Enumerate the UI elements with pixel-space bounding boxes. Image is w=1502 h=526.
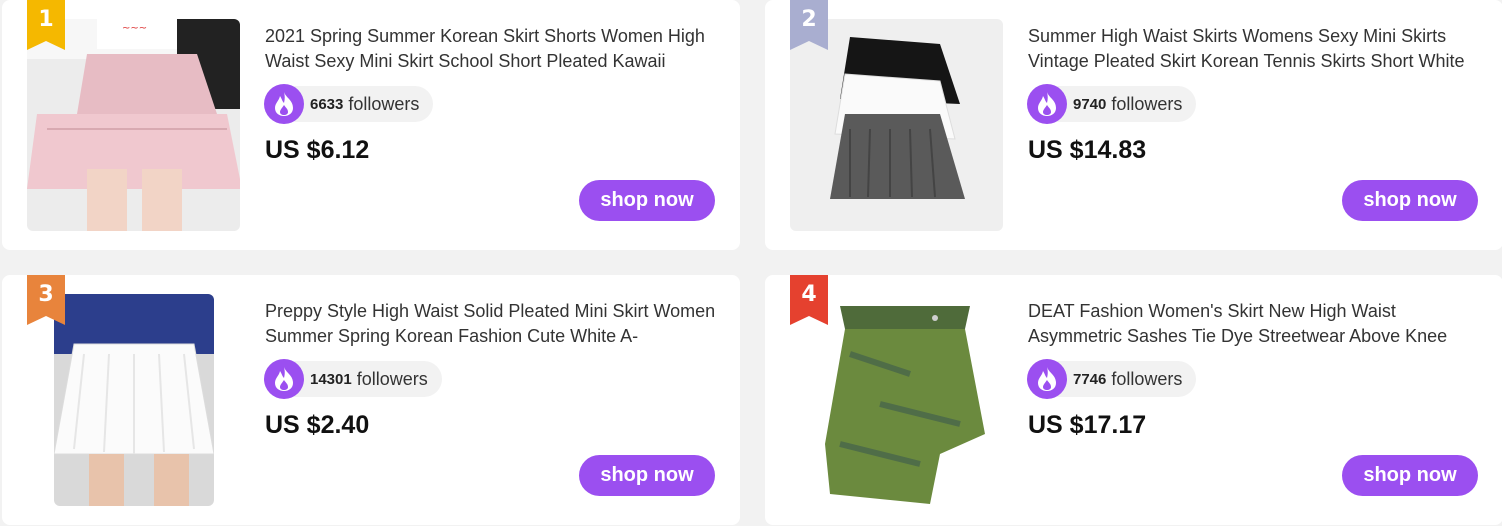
followers-count: 6633 [310, 95, 344, 113]
product-title[interactable]: Summer High Waist Skirts Womens Sexy Min… [1028, 24, 1483, 74]
product-title[interactable]: DEAT Fashion Women's Skirt New High Wais… [1028, 299, 1483, 349]
followers-pill: 7746 followers [1027, 359, 1197, 399]
shop-now-button[interactable]: shop now [579, 455, 715, 496]
fire-icon [264, 359, 304, 399]
product-image[interactable] [790, 294, 1003, 506]
product-card[interactable]: 2 Summer High Waist Skirts Womens Sexy M… [765, 0, 1502, 250]
fire-icon [264, 84, 304, 124]
product-image[interactable] [790, 19, 1003, 231]
followers-pill: 9740 followers [1027, 84, 1197, 124]
product-image[interactable]: ~~~ [27, 19, 240, 231]
followers-count: 14301 [310, 370, 352, 388]
followers-count: 9740 [1073, 95, 1107, 113]
product-image[interactable] [54, 294, 214, 506]
product-card[interactable]: 3 Preppy Style High Waist Solid Pleated … [2, 275, 740, 525]
followers-label: followers [1111, 368, 1183, 389]
followers-pill: 6633 followers [264, 84, 434, 124]
shop-now-button[interactable]: shop now [1342, 180, 1478, 221]
product-title[interactable]: 2021 Spring Summer Korean Skirt Shorts W… [265, 24, 720, 74]
product-card[interactable]: 4 DEAT Fashion Women's Skirt New High Wa… [765, 275, 1502, 525]
product-card[interactable]: 1 ~~~ 2021 Spring Summer Korean Skirt Sh… [2, 0, 740, 250]
product-price: US $6.12 [265, 136, 370, 164]
svg-text:~~~: ~~~ [122, 23, 147, 34]
product-price: US $17.17 [1028, 411, 1147, 439]
followers-pill: 14301 followers [264, 359, 442, 399]
fire-icon [1027, 84, 1067, 124]
rank-badge: 3 [27, 275, 65, 325]
shop-now-button[interactable]: shop now [579, 180, 715, 221]
followers-label: followers [356, 368, 428, 389]
followers-label: followers [1111, 93, 1183, 114]
product-price: US $14.83 [1028, 136, 1147, 164]
fire-icon [1027, 359, 1067, 399]
followers-count: 7746 [1073, 370, 1107, 388]
shop-now-button[interactable]: shop now [1342, 455, 1478, 496]
followers-label: followers [348, 93, 420, 114]
product-price: US $2.40 [265, 411, 370, 439]
product-title[interactable]: Preppy Style High Waist Solid Pleated Mi… [265, 299, 720, 349]
